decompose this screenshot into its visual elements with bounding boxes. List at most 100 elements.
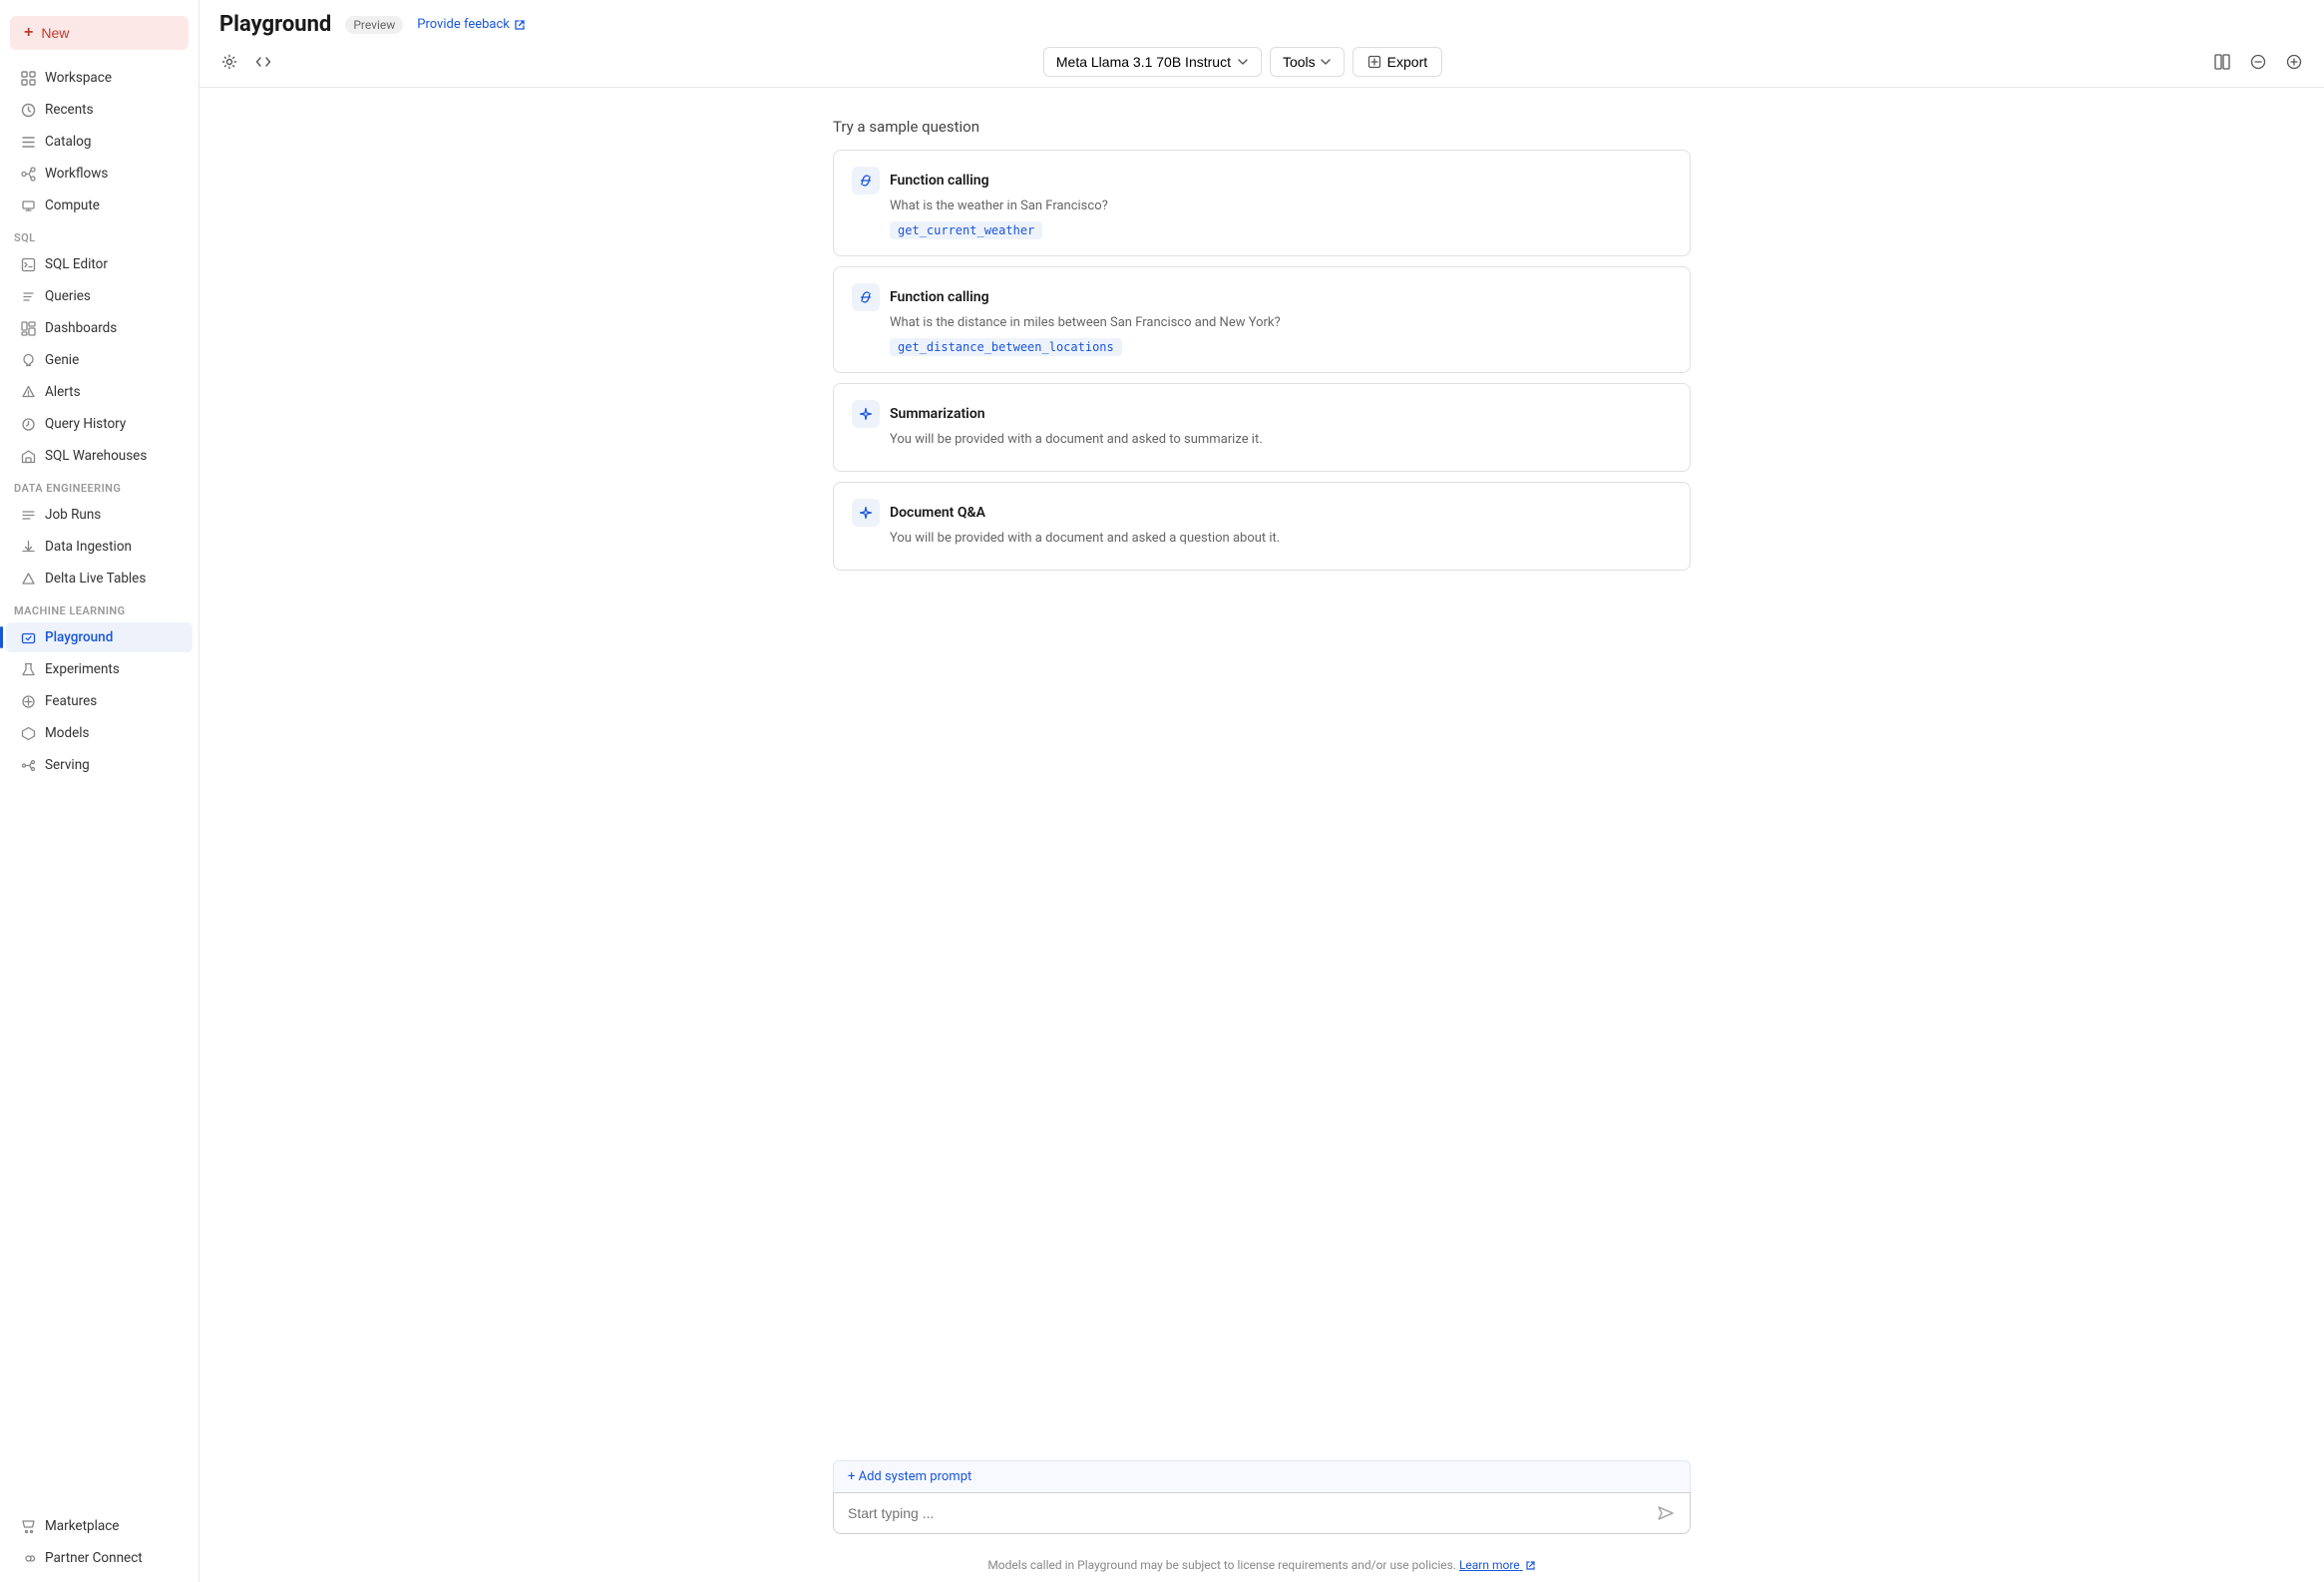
feedback-link-label: Provide feeback	[417, 17, 510, 32]
sample-card-fc1[interactable]: Function calling What is the weather in …	[833, 150, 1691, 256]
code-view-button[interactable]	[249, 50, 277, 74]
function-icon-2	[852, 283, 880, 311]
sidebar-item-sql-editor[interactable]: SQL Editor	[6, 249, 193, 279]
split-icon	[2214, 54, 2230, 70]
sidebar-item-workflows[interactable]: Workflows	[6, 159, 193, 189]
sample-card-fc2-desc: What is the distance in miles between Sa…	[890, 315, 1672, 330]
de-section-label: Data Engineering	[0, 472, 198, 499]
sample-card-fc2-header: Function calling	[852, 283, 1672, 311]
export-label: Export	[1387, 54, 1427, 70]
sidebar-item-genie[interactable]: Genie	[6, 345, 193, 375]
sample-card-docqa[interactable]: Document Q&A You will be provided with a…	[833, 482, 1691, 571]
clock-icon	[20, 102, 36, 118]
sidebar-item-experiments[interactable]: Experiments	[6, 654, 193, 684]
plus-circle-icon	[2286, 54, 2302, 70]
compute-icon	[20, 198, 36, 213]
sidebar-item-serving[interactable]: Serving	[6, 750, 193, 780]
sidebar-item-models[interactable]: Models	[6, 718, 193, 748]
chat-input[interactable]	[848, 1505, 1648, 1521]
model-name-label: Meta Llama 3.1 70B Instruct	[1056, 54, 1231, 70]
sidebar-item-queries[interactable]: Queries	[6, 281, 193, 311]
tools-button[interactable]: Tools	[1270, 47, 1345, 77]
content-area: Try a sample question Function calling W…	[813, 88, 1711, 1450]
sample-card-docqa-header: Document Q&A	[852, 499, 1672, 527]
serving-icon	[20, 757, 36, 773]
sidebar-item-features-label: Features	[45, 693, 97, 709]
minimize-button[interactable]	[2244, 50, 2272, 74]
sample-card-fc1-title: Function calling	[890, 173, 989, 189]
sidebar-item-workspace-label: Workspace	[45, 70, 112, 86]
sample-card-fc1-desc: What is the weather in San Francisco?	[890, 198, 1672, 213]
sample-card-fc1-header: Function calling	[852, 167, 1672, 195]
send-button[interactable]	[1656, 1503, 1676, 1523]
sidebar-item-sql-warehouses[interactable]: SQL Warehouses	[6, 441, 193, 471]
sample-card-sum[interactable]: Summarization You will be provided with …	[833, 383, 1691, 472]
split-view-button[interactable]	[2208, 50, 2236, 74]
send-icon	[1656, 1503, 1676, 1523]
ingestion-icon	[20, 539, 36, 555]
history-icon	[20, 416, 36, 432]
sidebar-item-compute[interactable]: Compute	[6, 191, 193, 220]
sidebar-item-dashboards[interactable]: Dashboards	[6, 313, 193, 343]
sidebar-item-alerts[interactable]: Alerts	[6, 377, 193, 407]
sidebar-item-partner-connect-label: Partner Connect	[45, 1550, 143, 1566]
sidebar-item-job-runs[interactable]: Job Runs	[6, 500, 193, 530]
sql-section-label: SQL	[0, 221, 198, 248]
sidebar-item-dashboards-label: Dashboards	[45, 320, 117, 336]
sample-card-fc2[interactable]: Function calling What is the distance in…	[833, 266, 1691, 373]
workspace-icon	[20, 70, 36, 86]
job-runs-icon	[20, 507, 36, 523]
sidebar-item-query-history-label: Query History	[45, 416, 126, 432]
sql-editor-icon	[20, 256, 36, 272]
code-icon	[255, 54, 271, 70]
warehouse-icon	[20, 448, 36, 464]
sidebar-item-marketplace-label: Marketplace	[45, 1518, 119, 1534]
add-system-prompt-button[interactable]: + Add system prompt	[833, 1460, 1691, 1492]
sample-card-fc1-tag: get_current_weather	[890, 221, 1042, 239]
tools-chevron-icon	[1320, 56, 1332, 68]
learn-more-link[interactable]: Learn more	[1459, 1558, 1536, 1572]
sidebar-item-recents[interactable]: Recents	[6, 95, 193, 125]
sidebar-item-catalog-label: Catalog	[45, 134, 91, 150]
genie-icon	[20, 352, 36, 368]
playground-icon	[20, 629, 36, 645]
delta-icon	[20, 571, 36, 587]
tools-label: Tools	[1283, 54, 1316, 70]
sidebar-item-features[interactable]: Features	[6, 686, 193, 716]
sample-card-sum-title: Summarization	[890, 406, 985, 422]
chevron-down-icon	[1237, 56, 1249, 68]
sidebar-item-recents-label: Recents	[45, 102, 94, 118]
dashboard-icon	[20, 320, 36, 336]
sidebar-item-delta-live[interactable]: Delta Live Tables	[6, 564, 193, 593]
export-button[interactable]: Export	[1353, 47, 1442, 77]
sidebar-item-serving-label: Serving	[45, 757, 90, 773]
sidebar-item-partner-connect[interactable]: Partner Connect	[6, 1543, 193, 1573]
model-bar: Meta Llama 3.1 70B Instruct Tools Export	[199, 37, 2324, 88]
sidebar-item-compute-label: Compute	[45, 198, 100, 213]
catalog-icon	[20, 134, 36, 150]
models-icon	[20, 725, 36, 741]
sidebar-item-marketplace[interactable]: Marketplace	[6, 1511, 193, 1541]
workflow-icon	[20, 166, 36, 182]
sample-card-sum-header: Summarization	[852, 400, 1672, 428]
page-title-bar: Playground Preview Provide feeback	[199, 0, 2324, 37]
sample-card-fc2-title: Function calling	[890, 289, 989, 305]
sidebar-item-playground[interactable]: Playground	[6, 622, 193, 652]
chat-input-area	[833, 1492, 1691, 1534]
model-bar-center: Meta Llama 3.1 70B Instruct Tools Export	[287, 47, 2198, 77]
learn-more-external-icon	[1525, 1560, 1536, 1571]
sample-section-label: Try a sample question	[833, 118, 1691, 136]
add-panel-button[interactable]	[2280, 50, 2308, 74]
settings-button[interactable]	[215, 50, 243, 74]
sidebar-item-models-label: Models	[45, 725, 90, 741]
footer-note-text: Models called in Playground may be subje…	[987, 1558, 1456, 1572]
provide-feedback-link[interactable]: Provide feeback	[417, 17, 526, 32]
marketplace-icon	[20, 1518, 36, 1534]
sidebar-item-data-ingestion[interactable]: Data Ingestion	[6, 532, 193, 562]
new-button[interactable]: + New	[10, 16, 189, 50]
model-selector[interactable]: Meta Llama 3.1 70B Instruct	[1043, 47, 1262, 77]
sidebar-item-query-history[interactable]: Query History	[6, 409, 193, 439]
sidebar-item-workspace[interactable]: Workspace	[6, 63, 193, 93]
page-title: Playground	[219, 12, 331, 37]
sidebar-item-catalog[interactable]: Catalog	[6, 127, 193, 157]
